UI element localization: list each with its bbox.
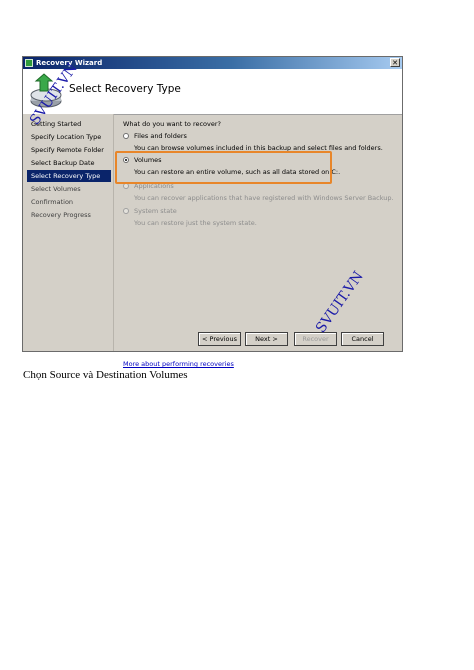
- volumes-highlight-box: [115, 151, 332, 184]
- close-button[interactable]: ✕: [390, 58, 400, 67]
- sidebar-step-confirmation: Confirmation: [31, 198, 74, 206]
- sidebar-step-backup-date[interactable]: Select Backup Date: [27, 157, 111, 169]
- sidebar-step-recovery-type[interactable]: Select Recovery Type: [27, 170, 111, 182]
- sidebar-step-select-volumes: Select Volumes: [31, 185, 81, 193]
- option-label: System state: [134, 207, 177, 215]
- recovery-question: What do you want to recover?: [123, 120, 221, 128]
- sidebar-step-location-type[interactable]: Specify Location Type: [27, 131, 111, 143]
- sidebar-step-recovery-progress: Recovery Progress: [31, 211, 91, 219]
- option-description: You can restore just the system state.: [134, 219, 257, 227]
- wizard-steps-sidebar: Getting Started Specify Location Type Sp…: [23, 114, 114, 351]
- document-caption: Chọn Source và Destination Volumes: [23, 369, 188, 381]
- recover-button: Recover: [294, 332, 337, 346]
- wizard-app-icon: [25, 59, 33, 67]
- option-label: Files and folders: [134, 132, 187, 140]
- cancel-button[interactable]: Cancel: [341, 332, 384, 346]
- system-state-radio: [123, 208, 129, 214]
- more-about-recoveries-link[interactable]: More about performing recoveries: [123, 360, 234, 368]
- option-description: You can recover applications that have r…: [134, 194, 394, 202]
- sidebar-step-remote-folder[interactable]: Specify Remote Folder: [27, 144, 111, 156]
- wizard-header: Select Recovery Type: [23, 69, 402, 115]
- wizard-content: What do you want to recover? Files and f…: [115, 114, 402, 368]
- next-button[interactable]: Next >: [245, 332, 288, 346]
- previous-button[interactable]: < Previous: [198, 332, 241, 346]
- files-folders-radio[interactable]: [123, 133, 129, 139]
- page-title: Select Recovery Type: [69, 83, 181, 95]
- title-bar[interactable]: Recovery Wizard ✕: [23, 57, 402, 69]
